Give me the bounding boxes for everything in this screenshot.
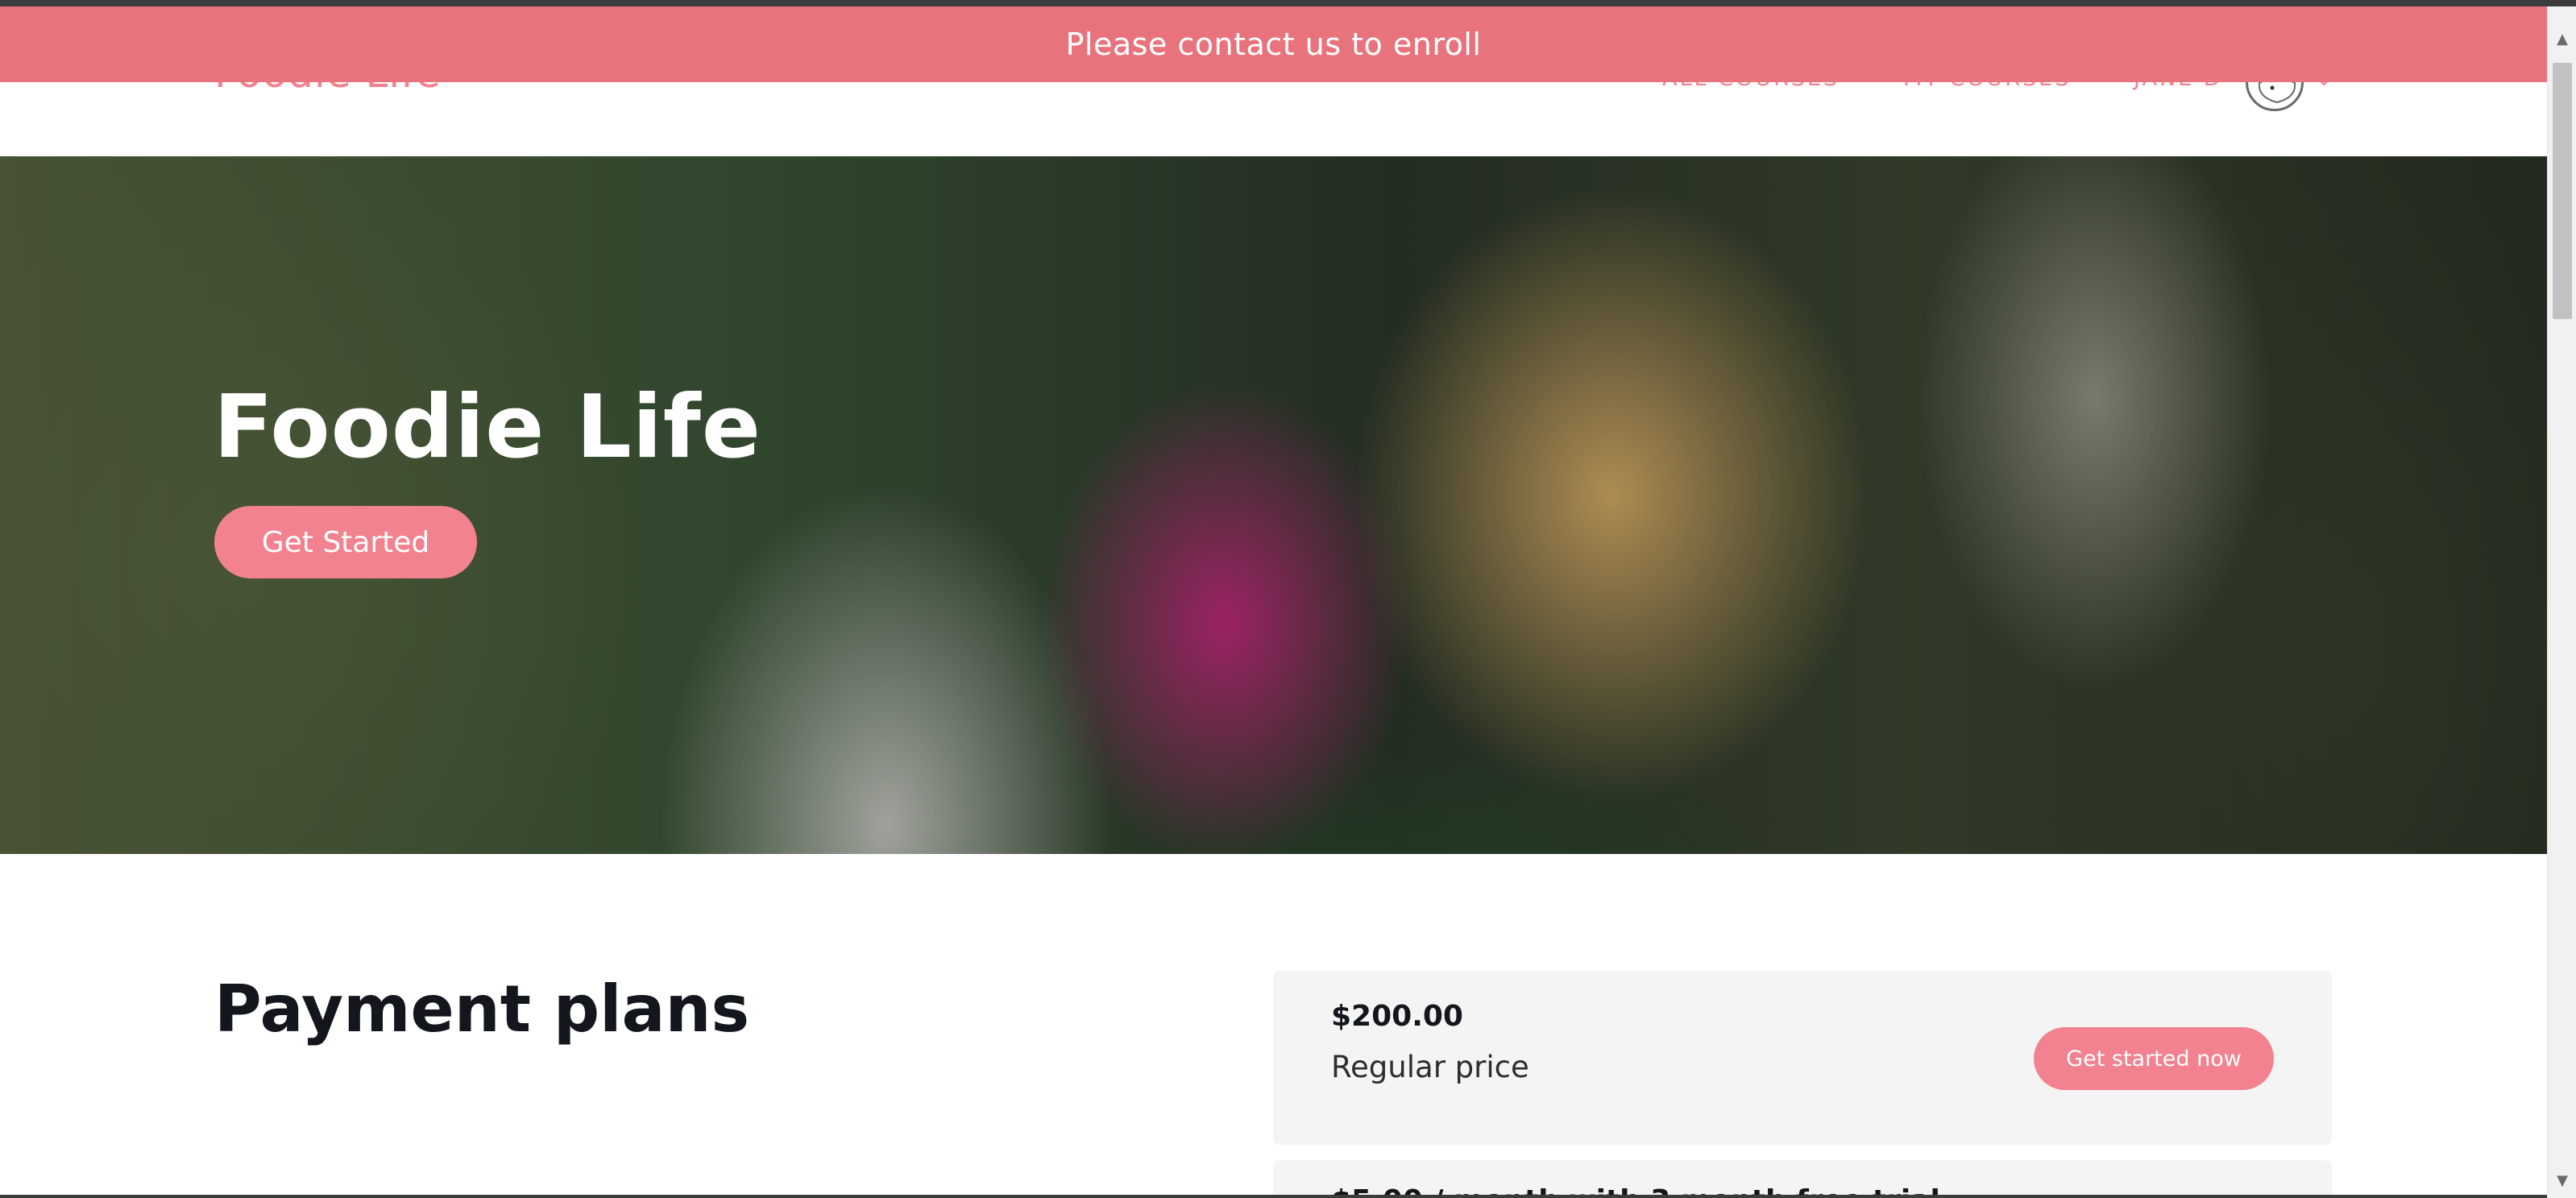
hero-title: Foodie Life [214, 377, 762, 478]
plan-card-regular: $200.00 Regular price Get started now [1273, 971, 2332, 1145]
vertical-scrollbar[interactable]: ▲ ▼ [2547, 0, 2576, 1198]
get-started-button[interactable]: Get Started [214, 506, 477, 578]
window-bottom-border [0, 1195, 2547, 1198]
scroll-up-arrow-icon[interactable]: ▲ [2548, 31, 2576, 55]
window-top-border [0, 0, 2576, 6]
enroll-banner: Please contact us to enroll [0, 6, 2547, 82]
page-viewport: Foodie Life ALL COURSES MY COURSES JANE … [0, 0, 2547, 1198]
scrollbar-thumb[interactable] [2553, 63, 2572, 319]
get-started-now-button[interactable]: Get started now [2034, 1027, 2274, 1090]
plan-card-monthly: $5.00 / month with 3 month free trial [1273, 1160, 2332, 1198]
scroll-down-arrow-icon[interactable]: ▼ [2548, 1172, 2576, 1196]
banner-text: Please contact us to enroll [1065, 27, 1482, 62]
hero-section: Foodie Life Get Started [0, 156, 2547, 854]
plan-price: $200.00 [1331, 1000, 1463, 1033]
plan-label: Regular price [1331, 1050, 1529, 1084]
payment-plans-title: Payment plans [214, 972, 750, 1047]
